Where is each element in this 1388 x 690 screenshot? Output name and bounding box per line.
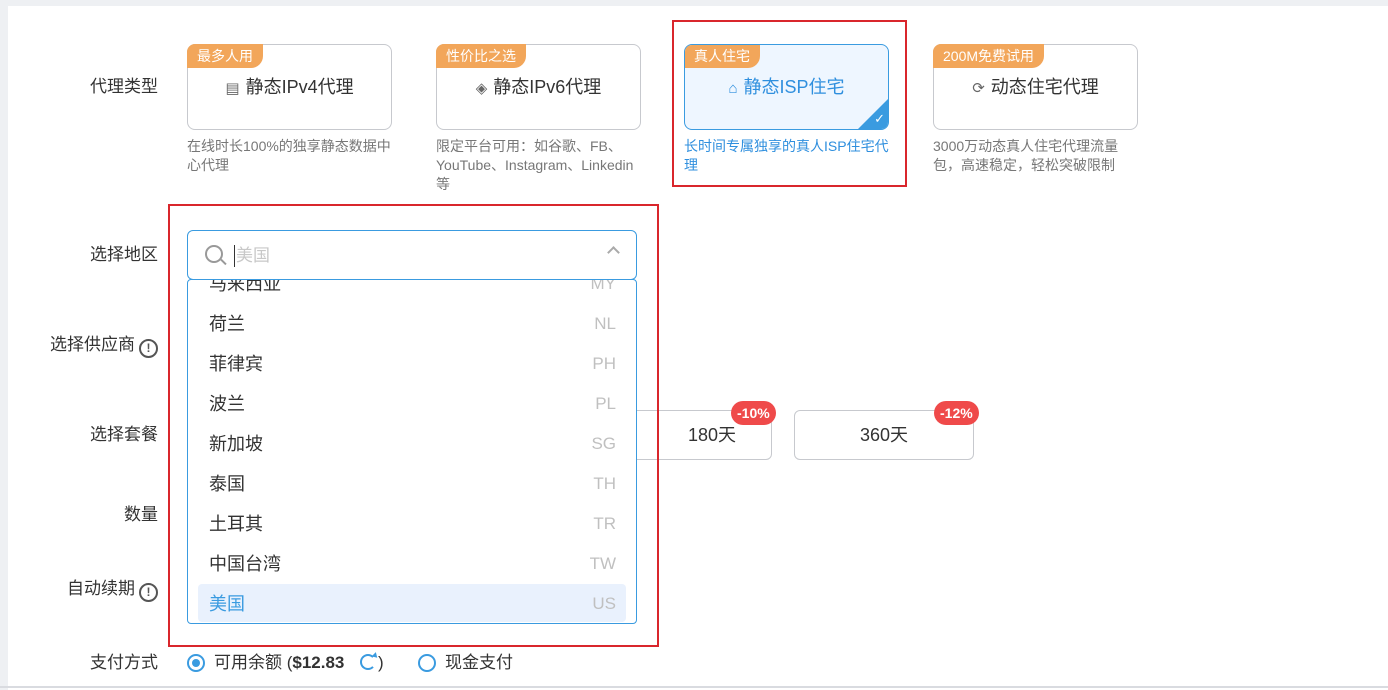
- select-plan-label: 选择套餐: [90, 425, 158, 444]
- auto-renew-label: 自动续期: [67, 579, 135, 598]
- cash-label: 现金支付: [445, 653, 513, 672]
- info-icon[interactable]: !: [139, 583, 158, 602]
- balance-text: 可用余额 (: [214, 653, 293, 672]
- card-title: 静态IPv4代理: [245, 77, 354, 97]
- proxy-type-card-ipv4[interactable]: 最多人用 ▤ 静态IPv4代理: [187, 44, 392, 130]
- layers-icon: ◈: [475, 80, 488, 97]
- plan-label: 360天: [859, 425, 909, 445]
- card-title: 静态IPv6代理: [493, 77, 602, 97]
- card-title: 动态住宅代理: [990, 77, 1099, 97]
- card-tag: 最多人用: [187, 44, 263, 68]
- card-description: 3000万动态真人住宅代理流量包，高速稳定，轻松突破限制: [933, 138, 1119, 173]
- balance-value: $12.83: [292, 653, 345, 672]
- payment-method-label: 支付方式: [90, 653, 158, 672]
- refresh-circle-icon: ⟳: [972, 80, 985, 97]
- card-tag: 200M免费试用: [933, 44, 1045, 68]
- highlight-box: [672, 20, 907, 187]
- card-description: 限定平台可用：如谷歌、FB、YouTube、Instagram、Linkedin…: [436, 138, 634, 192]
- balance-close: ): [378, 653, 384, 672]
- select-region-label: 选择地区: [90, 245, 158, 264]
- quantity-label: 数量: [124, 505, 158, 524]
- balance-label: 可用余额 ($12.83: [214, 653, 344, 673]
- cash-radio[interactable]: [418, 654, 436, 672]
- info-icon[interactable]: !: [139, 339, 158, 358]
- auto-renew-label-row: 自动续期!: [8, 579, 158, 602]
- refresh-icon[interactable]: [360, 654, 376, 670]
- balance-radio[interactable]: [187, 654, 205, 672]
- discount-badge: -10%: [731, 401, 776, 425]
- proxy-type-label: 代理类型: [90, 77, 158, 96]
- select-provider-label: 选择供应商: [50, 335, 135, 354]
- divider: [0, 686, 1388, 688]
- proxy-type-card-dynamic[interactable]: 200M免费试用 ⟳ 动态住宅代理: [933, 44, 1138, 130]
- discount-badge: -12%: [934, 401, 979, 425]
- select-provider-label-row: 选择供应商!: [8, 335, 158, 358]
- proxy-type-card-ipv6[interactable]: 性价比之选 ◈ 静态IPv6代理: [436, 44, 641, 130]
- card-tag: 性价比之选: [436, 44, 526, 68]
- card-description: 在线时长100%的独享静态数据中心代理: [187, 138, 391, 173]
- highlight-box: [168, 204, 659, 647]
- server-icon: ▤: [225, 80, 240, 97]
